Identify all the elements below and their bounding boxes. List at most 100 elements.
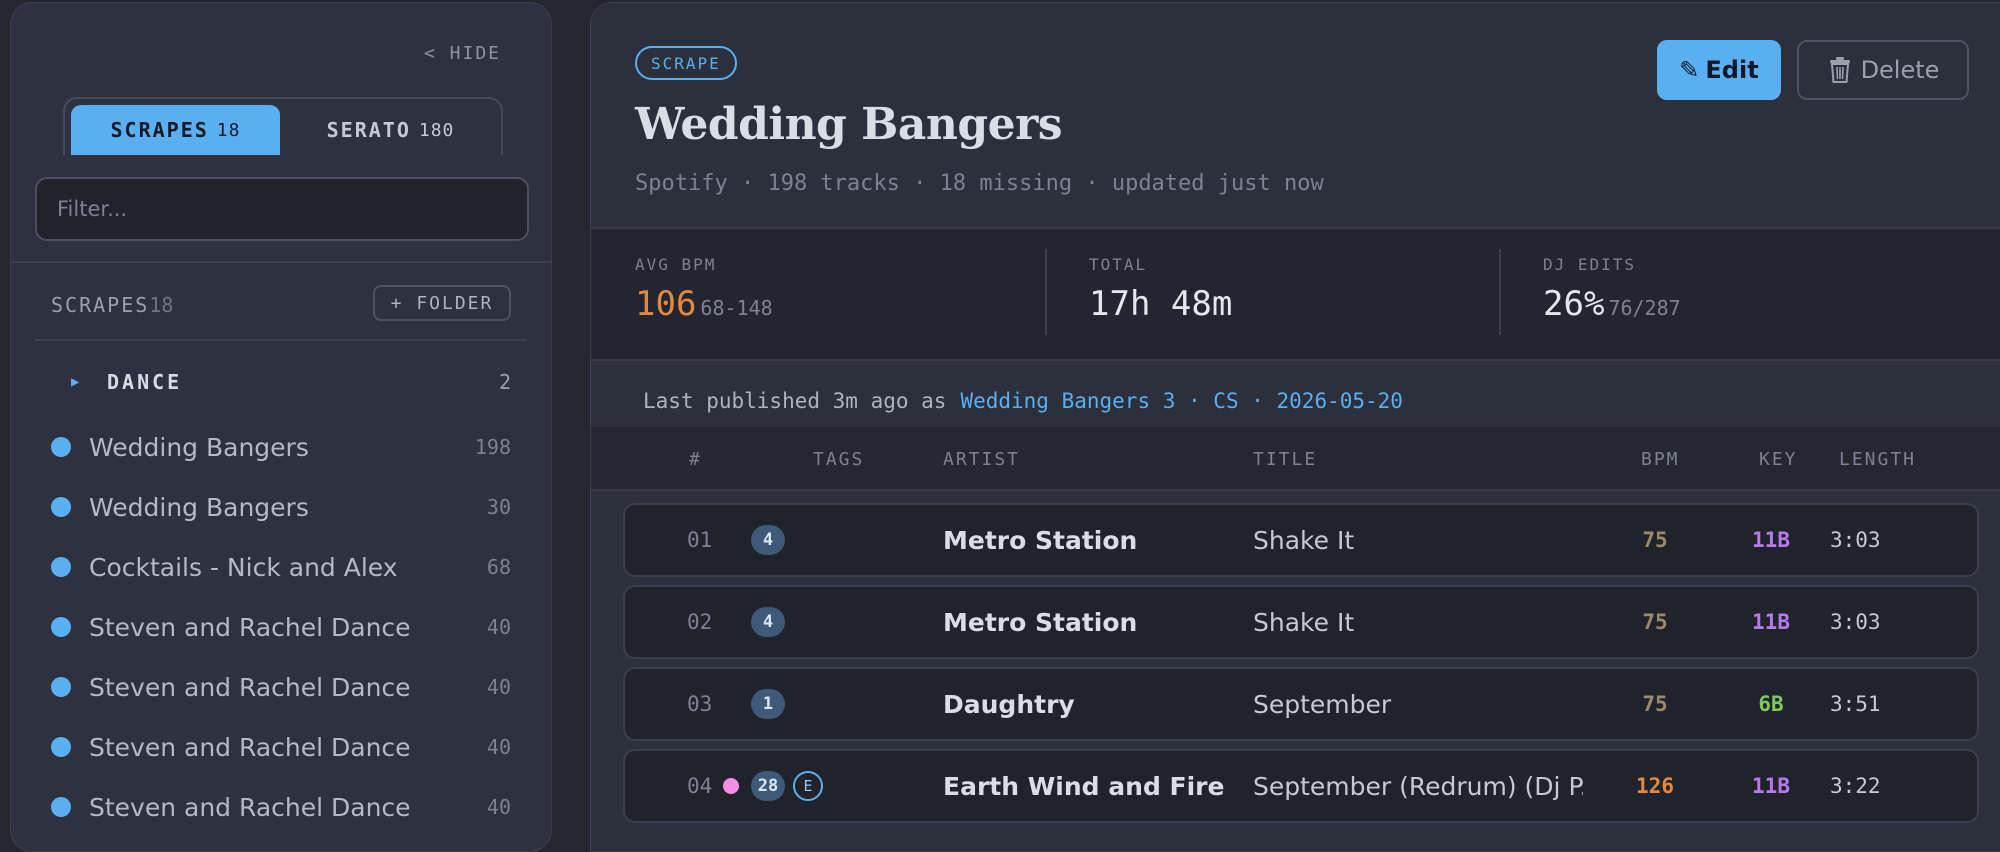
track-title: September (Redrum) (Dj P... bbox=[1253, 771, 1583, 801]
list-item-count: 40 bbox=[486, 735, 511, 759]
list-item-count: 68 bbox=[486, 555, 511, 579]
track-artist: Metro Station bbox=[943, 607, 1138, 637]
section-count: 18 bbox=[149, 293, 174, 317]
track-tags: 28 E bbox=[723, 751, 823, 821]
track-artist: Earth Wind and Fire bbox=[943, 771, 1225, 801]
stat-label: DJ EDITS bbox=[1543, 255, 1637, 274]
dot-icon bbox=[51, 497, 71, 517]
sidebar: < HIDE SCRAPES 18 SERATO 180 SCRAPES 18 +… bbox=[10, 2, 552, 852]
tab-scrapes[interactable]: SCRAPES 18 bbox=[71, 105, 280, 155]
track-tags: 4 bbox=[751, 505, 785, 575]
list-item[interactable]: Wedding Bangers 30 bbox=[51, 477, 511, 537]
folder-name: DANCE bbox=[107, 370, 183, 394]
publish-link[interactable]: Wedding Bangers 3 · CS · 2026-05-20 bbox=[960, 389, 1403, 413]
tag-count-badge[interactable]: 4 bbox=[751, 607, 785, 637]
add-folder-button[interactable]: + FOLDER bbox=[373, 285, 511, 321]
edit-button[interactable]: ✎ Edit bbox=[1657, 40, 1781, 100]
list-item-name: Steven and Rachel Dance bbox=[89, 792, 411, 822]
track-title: Shake It bbox=[1253, 607, 1355, 637]
track-list: 01 4 Metro Station Shake It 75 11B 3:03 … bbox=[623, 503, 1979, 831]
tag-count-badge[interactable]: 28 bbox=[751, 771, 785, 801]
tag-count-badge[interactable]: 1 bbox=[751, 689, 785, 719]
sidebar-divider bbox=[35, 339, 527, 341]
list-item[interactable]: Steven and Rachel Dance 40 bbox=[51, 777, 511, 837]
edit-button-label: Edit bbox=[1705, 56, 1759, 84]
column-header-length[interactable]: LENGTH bbox=[1839, 449, 1916, 470]
list-item[interactable]: Steven and Rachel Dance 40 bbox=[51, 597, 511, 657]
table-row[interactable]: 01 4 Metro Station Shake It 75 11B 3:03 bbox=[623, 503, 1979, 577]
caret-right-icon: ▶ bbox=[71, 374, 80, 390]
main-panel: SCRAPE Wedding Bangers Spotify · 198 tra… bbox=[590, 2, 2000, 852]
stat-sub: 68-148 bbox=[700, 296, 773, 320]
dot-icon bbox=[51, 617, 71, 637]
stat-label: TOTAL bbox=[1089, 255, 1148, 274]
stat-total: TOTAL 17h 48m bbox=[1045, 229, 1499, 359]
column-header-tags[interactable]: TAGS bbox=[813, 449, 864, 470]
pencil-icon: ✎ bbox=[1679, 56, 1700, 84]
dot-icon bbox=[51, 737, 71, 757]
list-item[interactable]: Cocktails - Nick and Alex 68 bbox=[51, 537, 511, 597]
stat-value-number: 17h 48m bbox=[1089, 284, 1233, 324]
scrape-list: Wedding Bangers 198 Wedding Bangers 30 C… bbox=[51, 417, 511, 837]
stat-value: 106 68-148 bbox=[635, 284, 1045, 324]
track-title: September bbox=[1253, 689, 1392, 719]
table-row[interactable]: 02 4 Metro Station Shake It 75 11B 3:03 bbox=[623, 585, 1979, 659]
track-bpm: 75 bbox=[1642, 692, 1668, 716]
table-row[interactable]: 04 28 E Earth Wind and Fire September (R… bbox=[623, 749, 1979, 823]
track-bpm: 75 bbox=[1642, 610, 1668, 634]
track-tags: 1 bbox=[751, 669, 785, 739]
dot-icon bbox=[51, 797, 71, 817]
list-item[interactable]: Steven and Rachel Dance 40 bbox=[51, 657, 511, 717]
tab-scrapes-label: SCRAPES bbox=[110, 118, 209, 142]
track-length: 3:51 bbox=[1830, 692, 1881, 716]
page-title: Wedding Bangers bbox=[635, 99, 1063, 150]
track-bpm: 75 bbox=[1642, 528, 1668, 552]
dot-icon bbox=[51, 437, 71, 457]
dot-icon bbox=[51, 677, 71, 697]
table-row[interactable]: 03 1 Daughtry September 75 6B 3:51 bbox=[623, 667, 1979, 741]
track-number: 03 bbox=[687, 692, 713, 716]
list-item[interactable]: Steven and Rachel Dance 40 bbox=[51, 717, 511, 777]
publish-info: Last published 3m ago as Wedding Bangers … bbox=[643, 389, 1403, 413]
column-header-number[interactable]: # bbox=[689, 449, 702, 470]
stat-value-number: 26% bbox=[1543, 284, 1605, 324]
hide-sidebar-button[interactable]: < HIDE bbox=[424, 43, 501, 64]
track-artist: Metro Station bbox=[943, 525, 1138, 555]
stat-avg-bpm: AVG BPM 106 68-148 bbox=[591, 229, 1045, 359]
tag-count-badge[interactable]: 4 bbox=[751, 525, 785, 555]
dot-icon bbox=[51, 557, 71, 577]
track-key: 11B bbox=[1752, 610, 1790, 634]
track-length: 3:03 bbox=[1830, 528, 1881, 552]
list-item-name: Steven and Rachel Dance bbox=[89, 672, 411, 702]
track-key: 11B bbox=[1752, 774, 1790, 798]
tab-serato[interactable]: SERATO 180 bbox=[286, 105, 495, 155]
column-header-bpm[interactable]: BPM bbox=[1641, 449, 1680, 470]
list-item-count: 40 bbox=[486, 795, 511, 819]
explicit-badge: E bbox=[793, 771, 823, 801]
stat-sub: 76/287 bbox=[1608, 296, 1681, 320]
delete-button[interactable]: Delete bbox=[1797, 40, 1969, 100]
track-tags: 4 bbox=[751, 587, 785, 657]
stat-dj-edits: DJ EDITS 26% 76/287 bbox=[1499, 229, 1953, 359]
list-item[interactable]: Wedding Bangers 198 bbox=[51, 417, 511, 477]
list-item-name: Wedding Bangers bbox=[89, 492, 309, 522]
folder-count: 2 bbox=[498, 370, 511, 394]
type-badge: SCRAPE bbox=[635, 46, 737, 80]
trash-icon bbox=[1829, 57, 1850, 83]
list-item-count: 198 bbox=[474, 435, 511, 459]
column-header-title[interactable]: TITLE bbox=[1253, 449, 1317, 470]
track-bpm: 126 bbox=[1636, 774, 1674, 798]
track-number: 01 bbox=[687, 528, 713, 552]
track-key: 6B bbox=[1758, 692, 1784, 716]
sidebar-tabs: SCRAPES 18 SERATO 180 bbox=[63, 97, 503, 155]
list-item-count: 30 bbox=[486, 495, 511, 519]
column-header-key[interactable]: KEY bbox=[1759, 449, 1798, 470]
track-artist: Daughtry bbox=[943, 689, 1075, 719]
filter-input[interactable] bbox=[35, 177, 529, 241]
column-header-artist[interactable]: ARTIST bbox=[943, 449, 1020, 470]
list-item-name: Wedding Bangers bbox=[89, 432, 309, 462]
delete-button-label: Delete bbox=[1860, 56, 1940, 84]
list-item-name: Cocktails - Nick and Alex bbox=[89, 552, 398, 582]
folder-dance[interactable]: ▶ DANCE 2 bbox=[51, 365, 511, 399]
tab-scrapes-count: 18 bbox=[216, 119, 241, 141]
